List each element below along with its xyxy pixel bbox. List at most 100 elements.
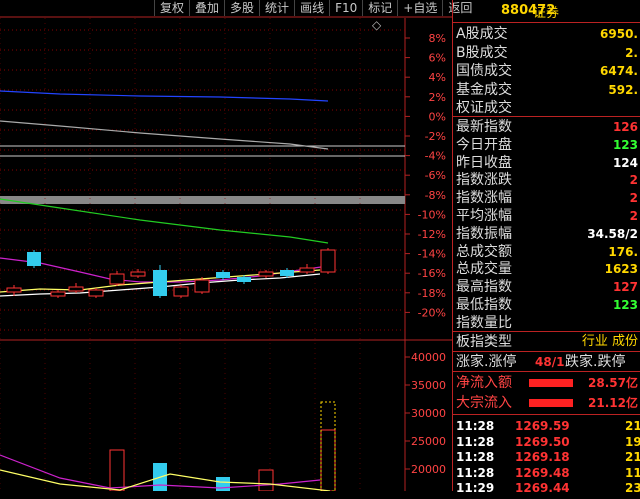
candle-body [68, 286, 84, 292]
row-value: 6474. [600, 64, 638, 78]
volume-bar [109, 449, 125, 491]
volume-axis-label: 40000 [411, 351, 446, 364]
toolbar-item-5[interactable]: F10 [329, 0, 362, 16]
breadth-text: 48/1 [535, 355, 565, 369]
chart-toolbar: 复权 叠加 多股 统计 画线 F10 标记 +自选 返回 [154, 0, 477, 17]
flow-row: 净流入额 28.57亿 [453, 373, 640, 393]
price-axis-label: 0% [429, 110, 446, 123]
close-icon[interactable]: ◇ [372, 19, 381, 31]
row-label: B股成交 [456, 44, 508, 61]
volume-axis-label: 30000 [411, 407, 446, 420]
row-label: 指数量比 [456, 314, 512, 331]
candle-body [27, 252, 41, 266]
candle-body [237, 277, 251, 282]
toolbar-item-7[interactable]: +自选 [397, 0, 442, 16]
candle-body [130, 271, 146, 277]
price-axis: 8% 6% 4% 2% 0% -2% -4% -6% -8% -10% -12% -14% -16% -1… [405, 32, 446, 319]
candle-body [194, 279, 210, 293]
tick-price: 1269.44 [515, 481, 570, 495]
volume-bars [0, 401, 336, 491]
price-axis-label: -14% [418, 248, 446, 261]
tick-row: 11:29 1269.44 23 [453, 478, 640, 499]
candle-body [299, 267, 315, 273]
price-axis-label: -2% [425, 130, 446, 143]
price-axis-label: -18% [418, 287, 446, 300]
row-value: 行业 成份 [581, 334, 638, 349]
divider [453, 414, 640, 415]
price-axis-label: -6% [425, 169, 446, 182]
flow-bar [529, 399, 573, 407]
candle-body [88, 289, 104, 297]
chart-grid [0, 16, 452, 491]
trade-row: 国债成交 6474. [453, 61, 640, 81]
ma-line-green [0, 198, 329, 244]
volume-axis-label: 20000 [411, 463, 446, 476]
flow-row: 大宗流入 21.12亿 [453, 393, 640, 413]
candle-body [173, 286, 189, 297]
tick-time: 11:29 [456, 481, 495, 495]
row-value: 21.12亿 [588, 396, 638, 410]
breadth-text: 涨家.涨停 [456, 354, 517, 370]
price-axis-label: -12% [418, 228, 446, 241]
price-axis-label: -8% [425, 189, 446, 202]
candle-body [280, 270, 294, 276]
price-axis-label: -20% [418, 306, 446, 319]
sector-row: 板指类型 行业 成份 [453, 332, 640, 352]
ma-line-blue [0, 90, 329, 102]
price-axis-label: -10% [418, 208, 446, 221]
flow-bar [529, 379, 573, 387]
index-row: 指数量比 [453, 313, 640, 333]
row-value: 592. [608, 82, 638, 97]
toolbar-item-3[interactable]: 统计 [259, 0, 294, 16]
toolbar-item-2[interactable]: 多股 [224, 0, 259, 16]
row-value: 6950. [600, 27, 638, 41]
volume-bar [320, 429, 336, 491]
row-label: 大宗流入 [456, 395, 512, 411]
row-label: 基金成交 [456, 81, 512, 98]
volume-axis-label: 25000 [411, 435, 446, 448]
stock-name: 证券 [533, 6, 560, 21]
divider [453, 371, 640, 372]
price-axis-label: -16% [418, 267, 446, 280]
price-axis-label: 6% [429, 52, 446, 65]
candle-body [109, 273, 125, 285]
price-axis-label: 2% [429, 91, 446, 104]
row-label: 国债成交 [456, 63, 512, 79]
candle-body [216, 272, 230, 278]
toolbar-item-1[interactable]: 叠加 [189, 0, 224, 16]
toolbar-item-6[interactable]: 标记 [362, 0, 397, 16]
trade-row: 权证成交 [453, 98, 640, 118]
kline-chart[interactable]: 8% 6% 4% 2% 0% -2% -4% -6% -8% -10% -12% -14% -16% -1… [0, 0, 452, 491]
row-label: 板指类型 [456, 334, 512, 350]
ma-line-gray [0, 120, 329, 150]
row-label: 净流入额 [456, 375, 512, 391]
volume-bar [258, 469, 274, 491]
price-axis-label: 8% [429, 32, 446, 45]
trade-row: B股成交 2. [453, 43, 640, 63]
breadth-text: 跌家.跌停 [565, 354, 626, 370]
row-label: 权证成交 [456, 100, 512, 116]
quote-panel: 880472 证券 A股成交 6950. B股成交 2. 国债成交 6474. 基金成交 59… [452, 0, 640, 495]
candle-body [6, 287, 22, 293]
candle-body [153, 270, 167, 296]
volume-axis-label: 35000 [411, 379, 446, 392]
trade-row: 基金成交 592. [453, 80, 640, 100]
candle-body [320, 249, 336, 273]
trade-row: A股成交 6950. [453, 24, 640, 44]
tick-vol: 23 [625, 481, 640, 495]
toolbar-item-0[interactable]: 复权 [154, 0, 189, 16]
quote-header: 880472 证券 [453, 0, 640, 23]
price-axis-label: -4% [425, 150, 446, 163]
toolbar-item-4[interactable]: 画线 [294, 0, 329, 16]
gray-band [0, 196, 405, 204]
volume-bar [216, 477, 230, 491]
candle-body [50, 291, 66, 297]
candle-body [258, 271, 274, 277]
price-axis-label: 4% [429, 71, 446, 84]
row-value: 28.57亿 [588, 376, 638, 390]
row-value: 2. [625, 45, 638, 60]
volume-axis: 40000 35000 30000 25000 20000 [405, 351, 446, 476]
row-label: A股成交 [456, 26, 508, 42]
breadth-row: 涨家.涨停 48/1 跌家.跌停 [453, 352, 640, 372]
moving-average-lines [0, 90, 329, 297]
